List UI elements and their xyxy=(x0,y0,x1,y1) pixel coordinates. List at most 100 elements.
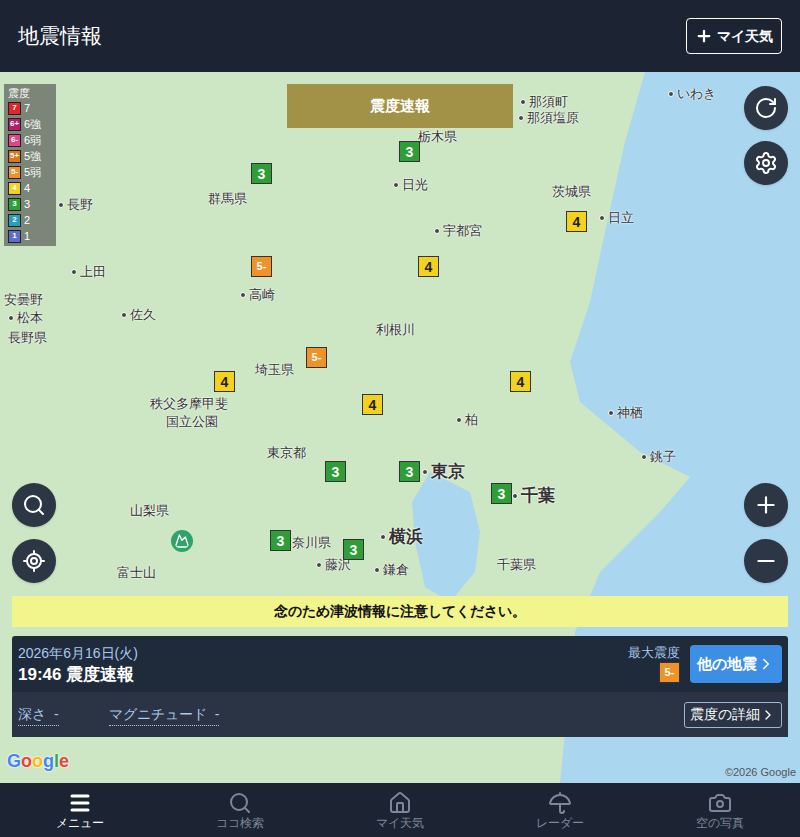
map-label: 安曇野 xyxy=(4,290,43,310)
intensity-pin[interactable]: 4 xyxy=(214,371,235,392)
title: 地震情報 xyxy=(18,20,102,52)
banner: 震度速報 xyxy=(287,84,513,128)
city-dot-icon xyxy=(520,99,526,105)
legend-row: 6+6強 xyxy=(8,116,52,132)
nav-item[interactable]: ココ検索 xyxy=(160,783,320,837)
mountain-icon xyxy=(171,530,193,552)
refresh-button[interactable] xyxy=(744,86,788,130)
city-dot-icon xyxy=(599,215,605,221)
map-label: 日立 xyxy=(599,208,634,228)
map-label: 茨城県 xyxy=(552,182,591,202)
city-dot-icon xyxy=(518,115,524,121)
tsunami-notice: 念のため津波情報に注意してください。 xyxy=(12,596,788,627)
map-label: 利根川 xyxy=(376,320,415,340)
bottom-panels: 念のため津波情報に注意してください。 2026年6月16日(火) 19:46 震度速… xyxy=(12,596,788,737)
legend-row: 11 xyxy=(8,228,52,244)
chevron-icon xyxy=(757,655,775,673)
city-dot-icon xyxy=(422,469,428,475)
legend-row: 44 xyxy=(8,180,52,196)
zoom-in-button[interactable] xyxy=(744,483,788,527)
city-dot-icon xyxy=(512,493,518,499)
header: 地震情報 マイ天気 xyxy=(0,0,800,72)
city-dot-icon xyxy=(316,562,322,568)
refresh-icon xyxy=(754,96,778,120)
nav-item[interactable]: マイ天気 xyxy=(320,783,480,837)
my-weather-button[interactable]: マイ天気 xyxy=(686,18,782,54)
intensity-pin[interactable]: 3 xyxy=(251,163,272,184)
search-icon xyxy=(22,493,46,517)
intensity-pin[interactable]: 3 xyxy=(399,461,420,482)
legend-row: 5+5強 xyxy=(8,148,52,164)
intensity-pin[interactable]: 3 xyxy=(491,483,512,504)
intensity-pin[interactable]: 4 xyxy=(418,256,439,277)
intensity-pin[interactable]: 3 xyxy=(399,141,420,162)
intensity-pin[interactable]: 5- xyxy=(306,347,327,368)
map-label: 東京 xyxy=(422,459,465,485)
city-dot-icon xyxy=(240,292,246,298)
city-dot-icon xyxy=(641,454,647,460)
map-label: 鎌倉 xyxy=(374,560,409,580)
date: 2026年6月16日(火) xyxy=(18,646,138,660)
intensity-pin[interactable]: 3 xyxy=(343,539,364,560)
map-label: 千葉県 xyxy=(497,555,536,575)
map-label: 栃木県 xyxy=(418,127,457,147)
map-label: 群馬県 xyxy=(208,189,247,209)
umbrella-icon xyxy=(548,791,572,815)
map-label: 上田 xyxy=(71,262,106,282)
app: 地震情報マイ天気那須町那須塩原栃木県いわき群馬県日光茨城県長野宇都宮日立上田高崎… xyxy=(0,0,800,837)
city-dot-icon xyxy=(121,312,127,318)
info-panel: 2026年6月16日(火)19:46 震度速報最大震度5-他の地震深さ-マグニチ… xyxy=(12,636,788,737)
city-dot-icon xyxy=(608,410,614,416)
intensity-pin[interactable]: 5- xyxy=(251,256,272,277)
other-earthquakes-button[interactable]: 他の地震 xyxy=(690,645,782,683)
city-dot-icon xyxy=(456,417,462,423)
settings-button[interactable] xyxy=(744,141,788,185)
map-label: 富士山 xyxy=(117,563,156,583)
map-label: 長野 xyxy=(58,195,93,215)
map-label: 佐久 xyxy=(121,305,156,325)
map[interactable]: 那須町那須塩原栃木県いわき群馬県日光茨城県長野宇都宮日立上田高崎安曇野佐久松本長… xyxy=(0,72,800,783)
legend-row: 5-5弱 xyxy=(8,164,52,180)
details-button[interactable]: 震度の詳細 xyxy=(684,702,782,728)
intensity-pin[interactable]: 4 xyxy=(362,394,383,415)
legend-row: 6-6弱 xyxy=(8,132,52,148)
locate-button[interactable] xyxy=(12,539,56,583)
max-intensity-badge: 5- xyxy=(659,662,680,683)
map-label: いわき xyxy=(668,84,716,104)
bottom-nav: メニューココ検索マイ天気レーダー空の写真 xyxy=(0,783,800,837)
intensity-pin[interactable]: 3 xyxy=(325,461,346,482)
camera-icon xyxy=(708,791,732,815)
copyright: ©2026 Google xyxy=(725,767,796,778)
city-dot-icon xyxy=(668,91,674,97)
city-dot-icon xyxy=(58,202,64,208)
map-label: 国立公園 xyxy=(166,412,218,432)
locate-icon xyxy=(22,549,46,573)
map-label: 埼玉県 xyxy=(255,360,294,380)
city-dot-icon xyxy=(8,315,14,321)
city-dot-icon xyxy=(393,182,399,188)
intensity-pin[interactable]: 4 xyxy=(510,371,531,392)
zoom-out-button[interactable] xyxy=(744,539,788,583)
headline: 19:46 震度速報 xyxy=(18,666,138,683)
map-label: 長野県 xyxy=(8,328,47,348)
chevron-icon xyxy=(760,707,776,723)
legend: 震度776+6強6-6弱5+5強5-5弱44332211 xyxy=(4,84,56,246)
map-label: 高崎 xyxy=(240,285,275,305)
search-button[interactable] xyxy=(12,483,56,527)
nav-item[interactable]: 空の写真 xyxy=(640,783,800,837)
nav-item[interactable]: レーダー xyxy=(480,783,640,837)
map-label: 宇都宮 xyxy=(434,221,482,241)
map-label: 那須町 xyxy=(520,92,568,112)
legend-title: 震度 xyxy=(8,86,52,100)
intensity-pin[interactable]: 4 xyxy=(566,211,587,232)
intensity-pin[interactable]: 3 xyxy=(270,530,291,551)
nav-item[interactable]: メニュー xyxy=(0,783,160,837)
legend-row: 22 xyxy=(8,212,52,228)
map-label: 千葉 xyxy=(512,483,555,509)
map-label: 神栖 xyxy=(608,403,643,423)
map-label: 奈川県 xyxy=(292,533,331,553)
city-dot-icon xyxy=(374,567,380,573)
plus-icon xyxy=(695,27,713,45)
magnitude: マグニチュード- xyxy=(109,704,220,726)
menu-icon xyxy=(68,791,92,815)
